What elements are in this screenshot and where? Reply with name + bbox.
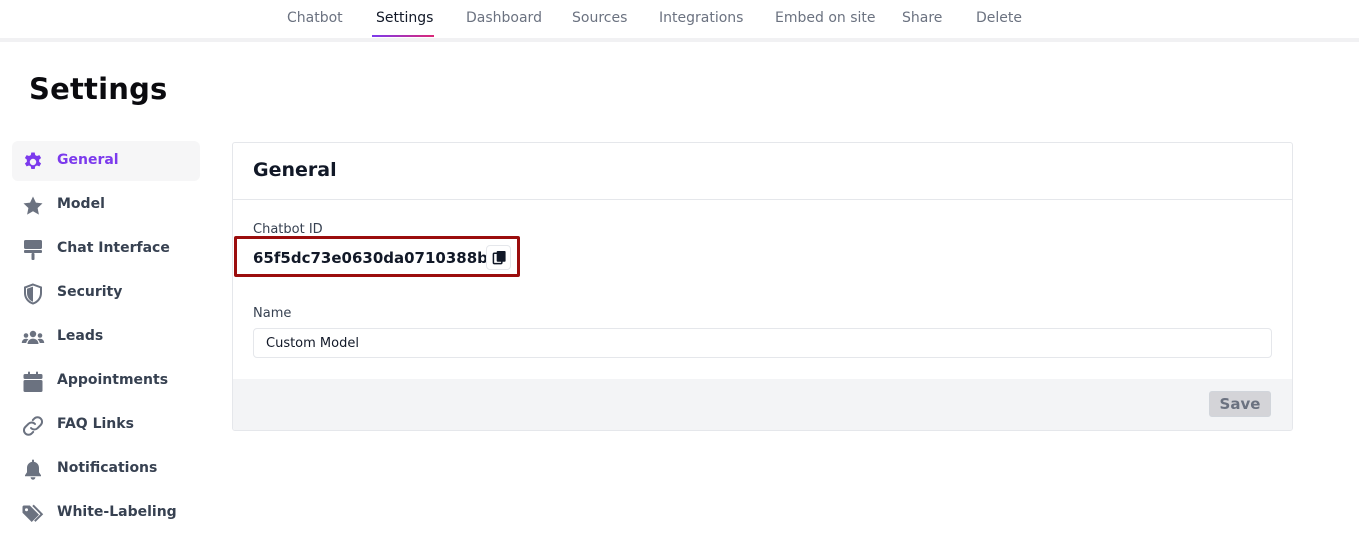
tab-delete[interactable]: Delete bbox=[976, 10, 1022, 26]
tab-share[interactable]: Share bbox=[902, 10, 942, 26]
shield-icon bbox=[21, 282, 45, 306]
name-label: Name bbox=[253, 306, 292, 321]
save-button[interactable]: Save bbox=[1209, 391, 1271, 417]
general-settings-card: General Chatbot ID 65f5dc73e0630da071038… bbox=[232, 142, 1293, 431]
sidebar-item-faq-links[interactable]: FAQ Links bbox=[12, 405, 200, 445]
tab-embed-on-site[interactable]: Embed on site bbox=[775, 10, 876, 26]
sidebar-item-notifications[interactable]: Notifications bbox=[12, 449, 200, 489]
tab-sources[interactable]: Sources bbox=[572, 10, 627, 26]
sidebar-item-label: Chat Interface bbox=[57, 240, 170, 256]
tab-chatbot[interactable]: Chatbot bbox=[287, 10, 343, 26]
page-title: Settings bbox=[29, 72, 168, 106]
sidebar-item-label: Model bbox=[57, 196, 105, 212]
sidebar-item-label: Notifications bbox=[57, 460, 158, 476]
card-title: General bbox=[253, 159, 337, 181]
name-input[interactable] bbox=[253, 328, 1272, 358]
sidebar-item-general[interactable]: General bbox=[12, 141, 200, 181]
paint-roller-icon bbox=[21, 238, 45, 262]
sidebar-item-chat-interface[interactable]: Chat Interface bbox=[12, 229, 200, 269]
sidebar-item-label: Leads bbox=[57, 328, 104, 344]
copy-icon bbox=[492, 250, 506, 265]
tab-dashboard[interactable]: Dashboard bbox=[466, 10, 542, 26]
top-nav: Chatbot Settings Dashboard Sources Integ… bbox=[0, 0, 1359, 42]
gear-icon bbox=[21, 150, 45, 174]
sidebar-item-label: Security bbox=[57, 284, 123, 300]
tags-icon bbox=[21, 502, 45, 526]
chatbot-id-value: 65f5dc73e0630da0710388b0 bbox=[253, 249, 499, 267]
chatbot-id-label: Chatbot ID bbox=[253, 222, 323, 237]
sidebar-item-label: FAQ Links bbox=[57, 416, 134, 432]
users-icon bbox=[21, 326, 45, 350]
sidebar-item-label: White-Labeling bbox=[57, 504, 177, 520]
sidebar-item-model[interactable]: Model bbox=[12, 185, 200, 225]
tab-integrations[interactable]: Integrations bbox=[659, 10, 743, 26]
link-icon bbox=[21, 414, 45, 438]
sidebar-item-white-labeling[interactable]: White-Labeling bbox=[12, 493, 200, 533]
sidebar-item-security[interactable]: Security bbox=[12, 273, 200, 313]
card-footer: Save bbox=[233, 379, 1292, 430]
copy-id-button[interactable] bbox=[486, 245, 511, 270]
sidebar-item-label: Appointments bbox=[57, 372, 169, 388]
tab-settings[interactable]: Settings bbox=[376, 10, 433, 26]
sidebar-item-appointments[interactable]: Appointments bbox=[12, 361, 200, 401]
active-tab-indicator bbox=[372, 35, 434, 37]
calendar-icon bbox=[21, 370, 45, 394]
bell-icon bbox=[21, 458, 45, 482]
sidebar-item-leads[interactable]: Leads bbox=[12, 317, 200, 357]
star-icon bbox=[21, 194, 45, 218]
sidebar-item-label: General bbox=[57, 152, 119, 168]
card-header: General bbox=[233, 143, 1292, 200]
